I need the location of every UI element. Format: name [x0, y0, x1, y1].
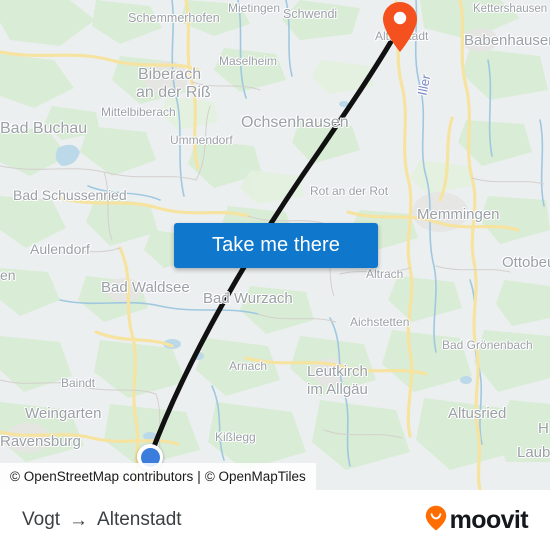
map-attribution: © OpenStreetMap contributors | © OpenMap…: [0, 463, 316, 490]
trip-destination-label: Altenstadt: [97, 509, 182, 530]
moovit-wordmark: moovit: [449, 505, 529, 534]
trip-title: Vogt → Altenstadt: [22, 509, 182, 531]
moovit-trip-map-screen: Schemmerhofen Mietingen Schwendi Kettershau…: [0, 0, 550, 550]
attribution-separator: |: [197, 469, 201, 484]
openmaptiles-attribution-link[interactable]: © OpenMapTiles: [205, 469, 306, 484]
take-me-there-label: Take me there: [211, 234, 341, 256]
moovit-logo[interactable]: moovit: [425, 505, 529, 536]
destination-pin-marker[interactable]: [380, 1, 420, 53]
map-canvas[interactable]: Schemmerhofen Mietingen Schwendi Kettershau…: [0, 0, 550, 490]
trip-origin-label: Vogt: [22, 509, 61, 530]
moovit-pin-icon: [425, 505, 447, 536]
arrow-right-icon: →: [69, 509, 89, 531]
osm-attribution-link[interactable]: © OpenStreetMap contributors: [10, 469, 193, 484]
footer-bar: Vogt → Altenstadt moovit: [0, 490, 550, 550]
take-me-there-button[interactable]: Take me there: [174, 223, 378, 268]
map-pin-icon: [383, 2, 417, 52]
